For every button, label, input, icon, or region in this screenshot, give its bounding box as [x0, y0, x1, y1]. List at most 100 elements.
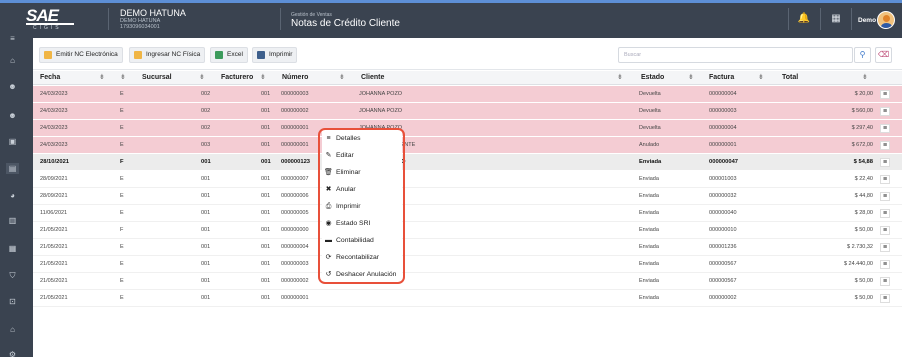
col-total[interactable]: Total: [782, 71, 798, 85]
invoice-icon[interactable]: ▤: [6, 163, 19, 174]
cell-sucursal: 001: [201, 244, 211, 250]
table-row[interactable]: 24/03/2023E003001000000001PRUEBA DE CLIE…: [33, 137, 902, 154]
filter-icon[interactable]: ⇟: [339, 71, 345, 85]
imprimir-button[interactable]: Imprimir: [252, 47, 298, 63]
row-menu-icon[interactable]: ≡: [880, 141, 890, 150]
cell-sucursal: 001: [201, 261, 211, 267]
filter-icon[interactable]: ⇟: [617, 71, 623, 85]
apps-grid-icon[interactable]: ▦: [828, 11, 844, 27]
context-menu-item[interactable]: 🗑 Eliminar: [320, 164, 405, 181]
context-menu-item[interactable]: ⎙ Imprimir: [320, 198, 405, 215]
col-cliente[interactable]: Cliente: [361, 71, 384, 85]
search-icon[interactable]: ⚲: [854, 47, 871, 63]
context-menu-item[interactable]: ≡ Detalles: [320, 130, 405, 147]
filter-icon[interactable]: ⇟: [758, 71, 764, 85]
cell-numero: 000000003: [281, 91, 309, 97]
col-fecha[interactable]: Fecha: [40, 71, 60, 85]
cell-tipo: E: [120, 210, 124, 216]
ingresar-nc-button[interactable]: Ingresar NC Física: [129, 47, 206, 63]
filter-icon[interactable]: ⇟: [99, 71, 105, 85]
context-menu-label: Deshacer Anulación: [336, 271, 397, 278]
row-menu-icon[interactable]: ≡: [880, 260, 890, 269]
row-menu-icon[interactable]: ≡: [880, 294, 890, 303]
context-menu-item[interactable]: ✎ Editar: [320, 147, 405, 164]
cell-tipo: F: [120, 227, 124, 233]
emitir-nc-button[interactable]: Emitir NC Electrónica: [39, 47, 123, 63]
table-row[interactable]: 11/06/2021 E 001 001 000000005 Enviada 0000000…: [33, 205, 902, 222]
row-menu-icon[interactable]: ≡: [880, 107, 890, 116]
cell-estado: Enviada: [639, 159, 662, 165]
cell-factura: 000000040: [709, 210, 737, 216]
cell-numero: 000000002: [281, 108, 309, 114]
briefcase-icon[interactable]: ▣: [6, 136, 19, 147]
cell-facturero: 001: [261, 108, 271, 114]
table-row[interactable]: 28/10/2021F001001000000123JOHANNA POZOEn…: [33, 154, 902, 171]
context-menu-item[interactable]: ◉ Estado SRI: [320, 215, 405, 232]
col-sucursal[interactable]: Sucursal: [142, 71, 172, 85]
table-row[interactable]: 24/03/2023 E 002 001 000000002 JOHANNA POZO De…: [33, 103, 902, 120]
search-input[interactable]: Buscar: [618, 47, 853, 63]
table-row[interactable]: 24/03/2023 E 002 001 000000003 JOHANNA POZO De…: [33, 86, 902, 103]
row-menu-icon[interactable]: ≡: [880, 277, 890, 286]
document-icon[interactable]: ▥: [6, 215, 19, 226]
users-icon[interactable]: ☻: [6, 81, 19, 92]
row-menu-icon[interactable]: ≡: [880, 124, 890, 133]
cell-total: $ 20,00: [854, 91, 873, 97]
clear-filter-icon[interactable]: ⌫: [875, 47, 892, 63]
cell-sucursal: 001: [201, 176, 211, 182]
bank-icon[interactable]: ⌂: [6, 324, 19, 335]
group-icon[interactable]: ☻: [6, 110, 19, 121]
filter-icon[interactable]: ⇟: [260, 71, 266, 85]
filter-icon[interactable]: ⇟: [688, 71, 694, 85]
row-menu-icon[interactable]: ≡: [880, 158, 890, 167]
table-header: Fecha ⇟ ⇟ Sucursal ⇟ Facturero ⇟ Número …: [33, 71, 902, 85]
app-logo[interactable]: SAE CIGIS: [26, 7, 78, 32]
context-menu-item[interactable]: ▬ Contabilidad: [320, 232, 405, 249]
cell-total: $ 44,80: [854, 193, 873, 199]
filter-icon[interactable]: ⇟: [199, 71, 205, 85]
context-menu-item[interactable]: ↺ Deshacer Anulación: [320, 266, 405, 283]
row-menu-icon[interactable]: ≡: [880, 226, 890, 235]
cell-tipo: E: [120, 278, 124, 284]
cell-factura: 000000047: [709, 159, 739, 165]
table-row[interactable]: 28/09/2021 E 001 001 000000007 Enviada 0000010…: [33, 171, 902, 188]
context-menu-item[interactable]: ✖ Anular: [320, 181, 405, 198]
row-menu-icon[interactable]: ≡: [880, 209, 890, 218]
cell-estado: Enviada: [639, 176, 659, 182]
cart-icon[interactable]: ⊡: [6, 296, 19, 307]
filter-icon[interactable]: ⇟: [862, 71, 868, 85]
col-numero[interactable]: Número: [282, 71, 308, 85]
row-menu-icon[interactable]: ≡: [880, 192, 890, 201]
context-menu-item[interactable]: ⟳ Recontabilizar: [320, 249, 405, 266]
row-menu-icon[interactable]: ≡: [880, 90, 890, 99]
table-row[interactable]: 21/05/2021 E 001 001 000000001 Enviada 0000000…: [33, 290, 902, 307]
table-row[interactable]: 28/09/2021 E 001 001 000000006 Enviada 0000000…: [33, 188, 902, 205]
calculator-icon[interactable]: ▦: [6, 243, 19, 254]
store-icon[interactable]: ⌂: [6, 55, 19, 66]
table-row[interactable]: 21/05/2021 E 001 001 000000003 Enviada 0000005…: [33, 256, 902, 273]
excel-button[interactable]: Excel: [210, 47, 248, 63]
user-name[interactable]: Demo: [858, 17, 876, 24]
filter-icon[interactable]: ⇟: [120, 71, 126, 85]
company-ruc: 1793096034001: [120, 24, 160, 30]
table-row[interactable]: 21/05/2021 F 001 001 000000000 Enviada 0000000…: [33, 222, 902, 239]
bell-icon[interactable]: 🔔: [796, 11, 812, 27]
chart-icon[interactable]: ◕: [6, 190, 19, 201]
row-menu-icon[interactable]: ≡: [880, 243, 890, 252]
company-info: DEMO HATUNA DEMO HATUNA 1793096034001: [120, 8, 186, 30]
cell-facturero: 001: [261, 210, 271, 216]
shield-icon[interactable]: ⛉: [6, 270, 19, 281]
table-row[interactable]: 24/03/2023 E 002 001 000000001 JOHANNA POZO De…: [33, 120, 902, 137]
table-row[interactable]: 21/05/2021 E 001 001 000000002 Enviada 0000005…: [33, 273, 902, 290]
settings-icon[interactable]: ⚙: [6, 349, 19, 357]
row-menu-icon[interactable]: ≡: [880, 175, 890, 184]
menu-icon[interactable]: ≡: [6, 33, 19, 44]
cell-facturero: 001: [261, 176, 271, 182]
x-icon: ✖: [325, 186, 332, 193]
col-facturero[interactable]: Facturero: [221, 71, 253, 85]
row-context-menu: ≡ Detalles ✎ Editar 🗑 Eliminar ✖ Anular ⎙ Imprimi…: [318, 128, 405, 284]
avatar[interactable]: [877, 11, 895, 29]
table-row[interactable]: 21/05/2021 E 001 001 000000004 Enviada 0000012…: [33, 239, 902, 256]
col-estado[interactable]: Estado: [641, 71, 664, 85]
col-factura[interactable]: Factura: [709, 71, 734, 85]
